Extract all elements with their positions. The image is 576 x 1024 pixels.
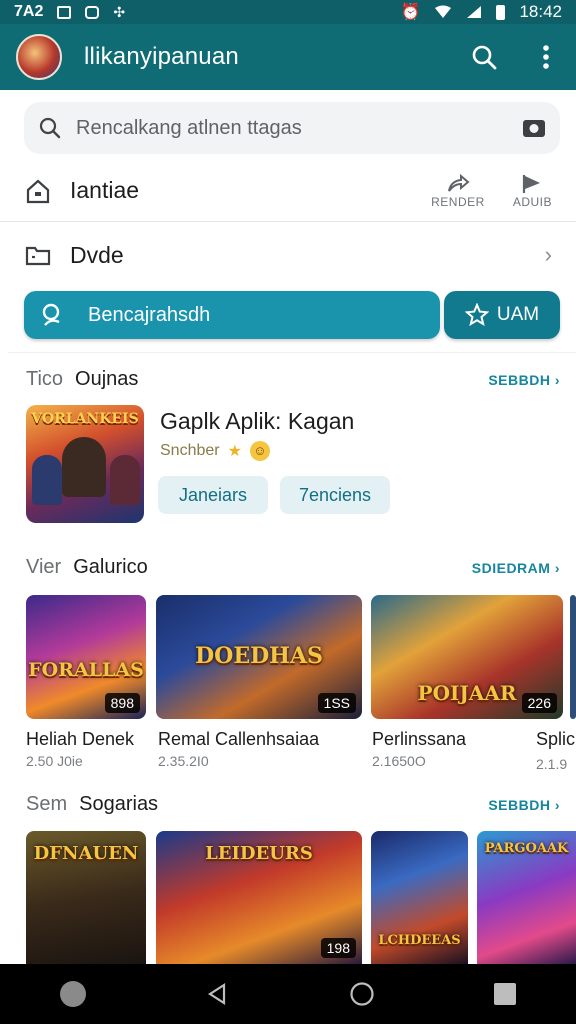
folder-label: Dvde — [70, 241, 124, 268]
featured-chip-2[interactable]: 7enciens — [280, 476, 390, 514]
game-card-2-title: Remal Callenhsaiaa — [158, 729, 320, 749]
avatar[interactable] — [16, 34, 62, 80]
folder-icon — [25, 246, 51, 266]
search-input[interactable]: Rencalkang atlnen ttagas — [76, 117, 302, 140]
featured-art-text: VORLANKEIS — [31, 411, 139, 427]
featured-app-subtitle: Snchber — [160, 442, 220, 459]
more-card-2-badge: 198 — [320, 938, 356, 958]
search-icon[interactable] — [470, 43, 498, 71]
render-action[interactable]: RENDER — [431, 173, 485, 209]
game-card-1-art-text: FORALLAS — [28, 659, 144, 681]
more-card-4[interactable]: PARGOAAK — [477, 831, 576, 964]
more-card-4-art-text: PARGOAAK — [484, 841, 569, 856]
games-title: Galurico — [73, 556, 148, 578]
share-icon — [447, 173, 470, 192]
games-see-more[interactable]: SDIEDRAM › — [472, 560, 560, 576]
game-card-2-meta: 2.35.2I0 — [158, 753, 209, 769]
game-card-3-title: Perlinssana — [372, 729, 467, 749]
settings-notification-icon: ✣ — [113, 3, 126, 20]
more-see-more[interactable]: SEBBDH › — [488, 797, 560, 813]
back-icon[interactable] — [205, 982, 229, 1006]
game-card-1[interactable]: FORALLAS 898 — [26, 595, 146, 719]
game-card-1-meta: 2.50 J0ie — [26, 753, 83, 769]
aduib-label: ADUIB — [512, 194, 552, 209]
home-label: Iantiae — [70, 177, 140, 203]
search-icon — [39, 117, 61, 139]
featured-see-more[interactable]: SEBBDH › — [488, 372, 560, 388]
featured-prefix: Tico — [26, 368, 64, 390]
primary-action-label: Bencajrahsdh — [88, 303, 211, 326]
home-icon — [26, 179, 50, 203]
camera-notification-icon — [85, 5, 100, 19]
battery-icon — [496, 4, 506, 20]
play-flag-icon — [523, 174, 541, 193]
smile-icon: ☺ — [249, 441, 270, 461]
badge-star-icon — [464, 303, 489, 327]
status-time: 18:42 — [519, 2, 562, 21]
status-left-text: 7A2 — [14, 3, 44, 20]
secondary-action-button[interactable]: UAM — [444, 291, 560, 339]
featured-hero-figure-right — [110, 455, 140, 505]
camera-search-icon[interactable] — [522, 117, 546, 139]
game-card-4-title: Splic — [536, 729, 576, 749]
search-person-icon — [42, 303, 60, 326]
aduib-action[interactable]: ADUIB — [513, 173, 552, 209]
featured-chip-2-label: 7enciens — [298, 484, 372, 505]
secondary-action-label: UAM — [496, 304, 540, 325]
game-card-1-badge: 898 — [104, 693, 140, 713]
more-section-header: Sem Sogarias SEBBDH › — [26, 793, 560, 816]
search-bar[interactable]: Rencalkang atlnen ttagas — [24, 102, 560, 154]
primary-action-button[interactable]: Bencajrahsdh — [24, 291, 440, 339]
featured-see-more-label: SEBBDH — [488, 372, 551, 388]
more-prefix: Sem — [26, 793, 68, 815]
home-circle-icon[interactable] — [349, 981, 375, 1007]
home-row[interactable]: Iantiae RENDER ADUIB — [0, 160, 576, 222]
games-section-header: Vier Galurico SDIEDRAM › — [26, 556, 560, 579]
app-bar: llikanyipanuan — [0, 24, 576, 90]
game-card-4-meta: 2.1.9 — [536, 756, 568, 772]
status-bar: 7A2 ✣ ⏰ 18:42 — [0, 0, 576, 24]
game-card-2-art-text: DOEDHAS — [195, 643, 323, 669]
signal-icon — [467, 6, 482, 18]
recents-icon[interactable] — [494, 983, 517, 1005]
more-card-1-art-text: DFNAUEN — [33, 843, 139, 864]
featured-chip-1[interactable]: Janeiars — [158, 476, 268, 514]
alarm-icon: ⏰ — [400, 4, 421, 21]
featured-app-thumbnail[interactable]: VORLANKEIS — [26, 405, 144, 523]
game-card-2-badge: 1SS — [317, 693, 356, 713]
more-card-2-art-text: LEIDEURS — [205, 843, 313, 864]
featured-section-header: Tico Oujnas SEBBDH › — [26, 368, 560, 391]
featured-app-subtitle-row: Snchber ★ ☺ — [160, 441, 270, 461]
more-card-2[interactable]: LEIDEURS 198 — [156, 831, 362, 964]
game-card-3-meta: 2.1650O — [372, 753, 426, 769]
star-icon: ★ — [227, 443, 242, 460]
featured-hero-figure-left — [32, 455, 62, 505]
featured-hero-figure — [62, 437, 106, 497]
game-card-4[interactable] — [570, 595, 576, 719]
game-card-3-badge: 226 — [521, 693, 557, 713]
game-card-3[interactable]: POIJAAR 226 — [371, 595, 563, 719]
featured-chip-1-label: Janeiars — [178, 484, 248, 505]
game-card-1-title: Heliah Denek — [26, 729, 135, 749]
more-card-3[interactable]: LCHDEEAS — [371, 831, 468, 964]
games-see-more-label: SDIEDRAM — [471, 560, 551, 576]
chevron-right-icon: › — [544, 242, 552, 267]
system-nav-bar — [0, 964, 576, 1024]
more-card-3-art-text: LCHDEEAS — [378, 933, 461, 948]
more-see-more-label: SEBBDH — [488, 797, 551, 813]
featured-app-title[interactable]: Gaplk Aplik: Kagan — [160, 408, 354, 435]
render-label: RENDER — [431, 194, 485, 209]
game-card-2[interactable]: DOEDHAS 1SS — [156, 595, 362, 719]
more-title: Sogarias — [79, 793, 159, 815]
notification-icon — [57, 5, 72, 19]
more-card-1[interactable]: DFNAUEN — [26, 831, 146, 964]
assistant-icon[interactable] — [59, 981, 86, 1007]
featured-title: Oujnas — [75, 368, 139, 390]
folder-row[interactable]: Dvde › — [0, 226, 576, 284]
more-vert-icon[interactable] — [532, 43, 560, 71]
game-card-4-text-clip: Splic 2.1.9 — [536, 729, 576, 772]
app-title: llikanyipanuan — [84, 43, 239, 70]
wifi-icon — [435, 5, 452, 18]
games-prefix: Vier — [26, 556, 62, 578]
